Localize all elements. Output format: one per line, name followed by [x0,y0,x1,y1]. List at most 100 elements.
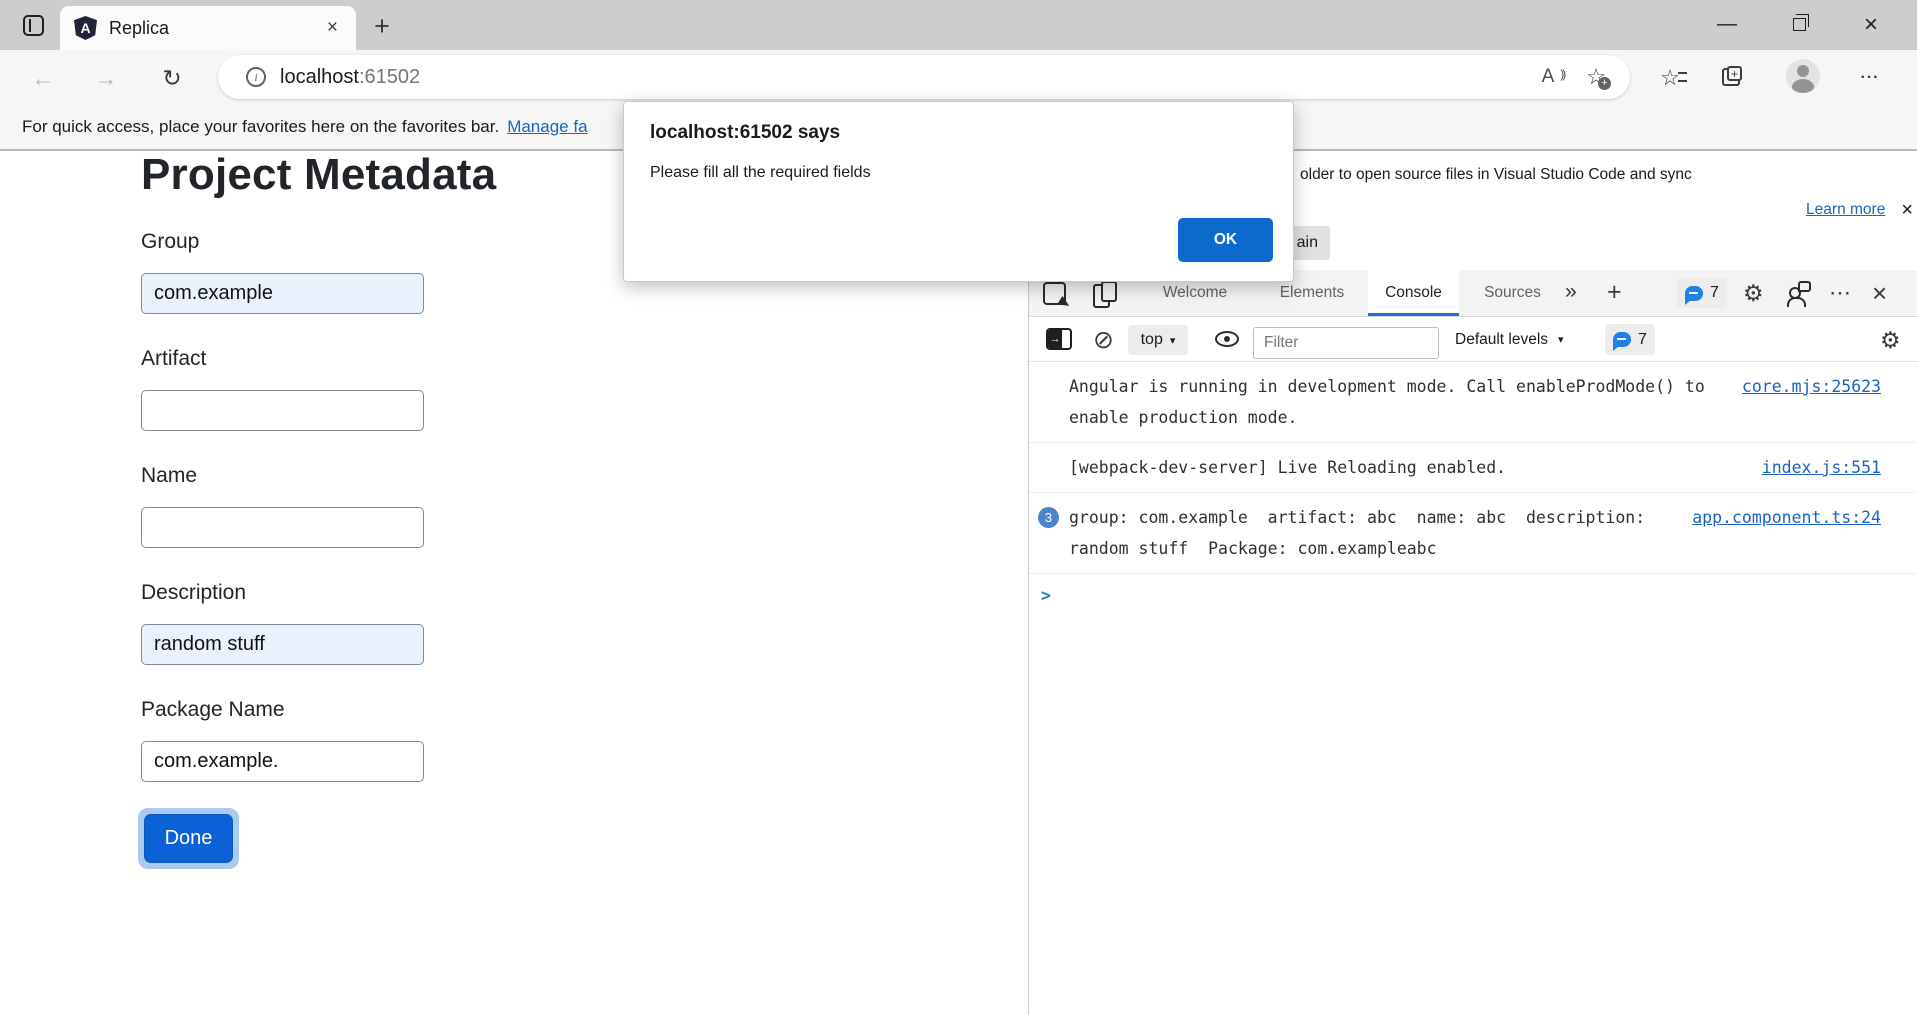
refresh-button[interactable]: ↻ [154,60,190,96]
execution-context-select[interactable]: top ▾ [1128,325,1188,355]
tab-console[interactable]: Console [1368,270,1459,316]
done-button[interactable]: Done [144,814,233,863]
forward-button[interactable]: → [88,60,124,96]
learn-more-link[interactable]: Learn more [1806,201,1885,219]
live-expression-button[interactable] [1215,331,1239,347]
favorites-bar-icon: ☆ [1660,67,1687,89]
more-tabs-button[interactable]: » [1565,280,1577,304]
add-favorite-button[interactable]: ☆ + [1586,66,1611,90]
url-host: localhost [280,65,359,88]
dialog-title: localhost:61502 says [650,122,841,143]
manage-favorites-link[interactable]: Manage fa [507,117,587,137]
clear-console-button[interactable]: ⊘ [1093,325,1114,355]
devtools-close-button[interactable]: × [1872,278,1887,309]
repeat-count-badge: 3 [1038,507,1059,528]
feedback-button[interactable] [1787,281,1811,307]
minimize-button[interactable]: — [1704,6,1750,43]
browser-window: A Replica × + — × ← → ↻ i localhost:6150… [0,0,1917,1015]
url-text[interactable]: localhost:61502 [280,66,420,89]
issues-bubble-icon [1613,332,1632,351]
toolbar-issues-counter[interactable]: 7 [1605,324,1655,355]
artifact-label: Artifact [141,347,207,370]
context-label: top [1140,331,1163,348]
tab-close-icon[interactable]: × [323,17,342,39]
console-source-link[interactable]: app.component.ts:24 [1692,502,1881,533]
console-filter-input[interactable] [1253,327,1439,359]
console-toolbar: ⊘ top ▾ Default levels ▾ 7 ⚙ [1029,317,1917,362]
title-bar: A Replica × + — × [0,0,1917,50]
settings-menu-button[interactable]: ··· [1852,60,1888,96]
active-tab-underline [1368,313,1459,316]
devtools-notification-actions: Learn more × [1690,200,1913,220]
artifact-input[interactable] [141,390,424,431]
console-prompt[interactable]: > [1029,574,1917,605]
restore-button[interactable] [1776,6,1822,43]
chevron-down-icon: ▾ [1558,334,1564,346]
favorites-button[interactable]: ☆ [1652,60,1688,96]
url-port: :61502 [358,65,421,88]
favorites-bar-message: For quick access, place your favorites h… [22,117,500,136]
console-message-row[interactable]: 3 group: com.example artifact: abc name:… [1029,493,1917,574]
console-message-row[interactable]: [webpack-dev-server] Live Reloading enab… [1029,443,1917,493]
log-levels-select[interactable]: Default levels ▾ [1455,317,1564,362]
eye-icon [1215,331,1239,347]
devtools-settings-button[interactable]: ⚙ [1743,280,1764,307]
package-name-label: Package Name [141,698,285,721]
profile-button[interactable] [1786,59,1820,93]
console-settings-button[interactable]: ⚙ [1880,327,1901,354]
console-message-row[interactable]: Angular is running in development mode. … [1029,362,1917,443]
group-input[interactable] [141,273,424,314]
console-sidebar-button[interactable] [1046,328,1072,350]
console-message-text: group: com.example artifact: abc name: a… [1069,508,1656,558]
description-label: Description [141,581,247,604]
add-panel-button[interactable]: + [1607,278,1622,307]
dialog-ok-button[interactable]: OK [1178,218,1273,262]
issues-count: 7 [1710,284,1719,301]
dialog-message: Please fill all the required fields [650,164,871,181]
devtools-menu-button[interactable]: ⋯ [1829,280,1851,306]
avatar [1786,59,1820,93]
console-message-text: [webpack-dev-server] Live Reloading enab… [1069,458,1507,477]
console-source-link[interactable]: core.mjs:25623 [1742,371,1881,402]
description-input[interactable] [141,624,424,665]
issues-counter[interactable]: 7 [1677,278,1727,308]
devtools-notification-text: older to open source files in Visual Stu… [1300,166,1692,183]
new-tab-button[interactable]: + [366,10,398,42]
tab-title: Replica [109,17,170,38]
name-label: Name [141,464,198,487]
group-label: Group [141,230,200,253]
package-name-input[interactable] [141,741,424,782]
inspect-element-button[interactable] [1043,282,1066,305]
chevron-down-icon: ▾ [1169,334,1176,347]
issues-bubble-icon [1685,285,1704,305]
collections-button[interactable]: + [1722,66,1742,86]
console-log: Angular is running in development mode. … [1029,362,1917,605]
tab-actions-button[interactable] [14,9,52,42]
address-bar-actions: A)) ☆ + [1541,66,1614,90]
restore-icon [1792,14,1809,31]
levels-label: Default levels [1455,330,1549,348]
name-input[interactable] [141,507,424,548]
read-aloud-button[interactable]: A)) [1541,66,1567,88]
plus-badge-icon: + [1598,77,1611,90]
device-toolbar-button[interactable] [1093,281,1117,308]
console-source-link[interactable]: index.js:551 [1762,452,1881,483]
console-message-text: Angular is running in development mode. … [1069,377,1715,427]
person-chat-icon [1787,281,1811,307]
page-title: Project Metadata [141,150,497,199]
tab-sources[interactable]: Sources [1465,270,1560,316]
angular-icon: A [74,16,97,40]
inspect-icon [1043,282,1066,305]
toolbar-issues-count: 7 [1638,330,1647,348]
device-icon [1093,281,1117,308]
vertical-tabs-icon [22,15,44,36]
alert-dialog: localhost:61502 says Please fill all the… [623,101,1294,282]
notification-close-icon[interactable]: × [1901,200,1913,220]
browser-tab[interactable]: A Replica × [60,6,356,50]
read-aloud-icon: A [1541,66,1555,87]
done-button-focus-ring: Done [138,808,239,869]
window-close-button[interactable]: × [1848,6,1894,43]
address-bar[interactable]: i localhost:61502 A)) ☆ + [218,55,1630,99]
back-button[interactable]: ← [25,60,61,96]
site-info-icon[interactable]: i [246,67,266,87]
